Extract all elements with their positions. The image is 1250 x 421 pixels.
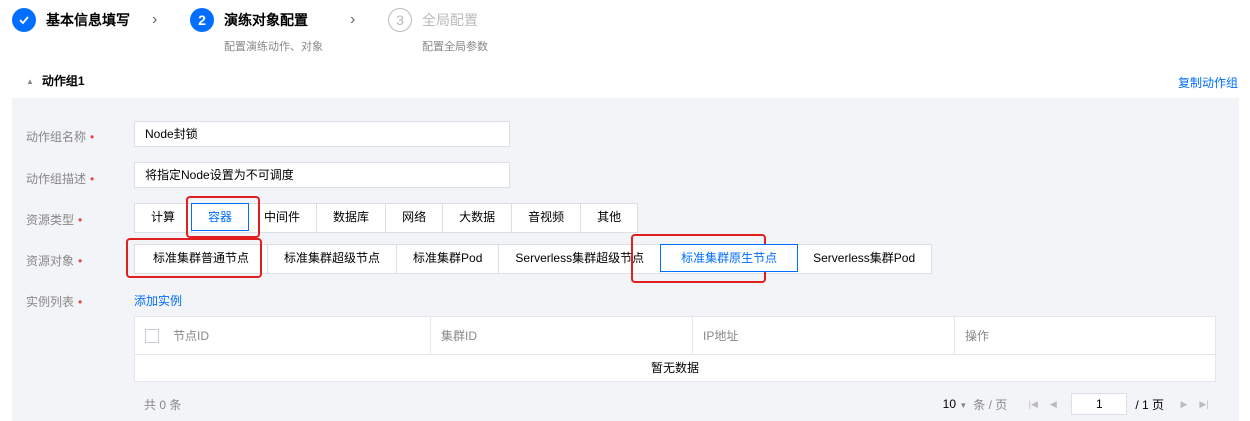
prev-page-icon[interactable]: ◀ — [1043, 394, 1063, 414]
action-group-title: 动作组1 — [41, 74, 85, 88]
resource-type-media[interactable]: 音视频 — [512, 204, 582, 232]
resource-type-network[interactable]: 网络 — [386, 204, 444, 232]
first-page-icon[interactable]: |◀ — [1023, 394, 1043, 414]
select-all-checkbox[interactable] — [145, 328, 159, 343]
group-desc-input[interactable]: 将指定Node设置为不可调度 — [134, 162, 510, 188]
table-header: 节点ID 集群ID IP地址 操作 — [135, 317, 1215, 355]
step-3[interactable]: 3 全局配置 配置全局参数 — [388, 8, 488, 53]
action-group-header[interactable]: ▲ 动作组1 — [26, 72, 85, 92]
add-instance-link[interactable]: 添加实例 — [134, 292, 182, 309]
next-page-icon[interactable]: ▶ — [1174, 394, 1194, 414]
chevron-right-icon: › — [152, 11, 158, 28]
chevron-right-icon: › — [350, 11, 356, 28]
resource-type-container[interactable]: 容器 — [191, 203, 250, 231]
table-footer: 共 0 条 10 ▼ 条 / 页 |◀ ◀ 1 / 1 页 ▶ ▶| — [0, 392, 1250, 416]
resource-type-label: 资源类型 • — [26, 213, 83, 227]
caret-down-icon: ▼ — [959, 401, 968, 410]
last-page-icon[interactable]: ▶| — [1194, 394, 1214, 414]
resource-object-standard-native-node[interactable]: 标准集群原生节点 — [660, 244, 799, 272]
instance-table: 节点ID 集群ID IP地址 操作 暂无数据 — [134, 316, 1216, 382]
resource-type-selector: 计算 容器 中间件 数据库 网络 大数据 音视频 其他 — [134, 203, 639, 233]
column-node-id: 节点ID — [135, 317, 431, 354]
per-page-text: 条 / 页 — [973, 397, 1008, 412]
step-2-index: 2 — [190, 8, 214, 32]
column-cluster-id: 集群ID — [431, 317, 693, 354]
resource-type-middleware[interactable]: 中间件 — [248, 204, 318, 232]
check-icon — [12, 8, 36, 32]
resource-type-other[interactable]: 其他 — [581, 204, 638, 232]
group-name-input[interactable]: Node封锁 — [134, 121, 510, 147]
step-2-subtitle: 配置演练动作、对象 — [224, 41, 323, 53]
step-3-subtitle: 配置全局参数 — [422, 41, 488, 53]
resource-object-standard-pod[interactable]: 标准集群Pod — [397, 245, 500, 273]
page-size-select[interactable]: 10 ▼ — [943, 397, 968, 411]
group-desc-label: 动作组描述 • — [26, 172, 95, 186]
steps-bar: 基本信息填写 › 2 演练对象配置 配置演练动作、对象 › 3 全局配置 配置全… — [12, 8, 612, 64]
pagination: 10 ▼ 条 / 页 |◀ ◀ 1 / 1 页 ▶ ▶| — [943, 392, 1214, 416]
group-name-label: 动作组名称 • — [26, 130, 95, 144]
total-count: 共 0 条 — [144, 398, 182, 412]
resource-object-standard-super-node[interactable]: 标准集群超级节点 — [268, 245, 398, 273]
resource-object-standard-normal-node[interactable]: 标准集群普通节点 — [135, 245, 269, 273]
step-2-title: 演练对象配置 — [224, 12, 308, 28]
resource-object-selector: 标准集群普通节点 标准集群超级节点 标准集群Pod Serverless集群超级… — [134, 244, 933, 274]
step-1[interactable]: 基本信息填写 — [12, 8, 130, 32]
resource-type-compute[interactable]: 计算 — [135, 204, 193, 232]
step-2[interactable]: 2 演练对象配置 配置演练动作、对象 — [190, 8, 323, 53]
total-pages: / 1 页 — [1135, 397, 1164, 412]
resource-object-label: 资源对象 • — [26, 254, 83, 268]
instance-list-label: 实例列表 • — [26, 295, 83, 309]
step-3-title: 全局配置 — [422, 12, 478, 28]
resource-object-serverless-pod[interactable]: Serverless集群Pod — [797, 245, 932, 273]
step-1-title: 基本信息填写 — [46, 12, 130, 28]
copy-action-group-link[interactable]: 复制动作组 — [1178, 74, 1238, 91]
collapse-triangle-icon: ▲ — [26, 77, 34, 87]
resource-type-database[interactable]: 数据库 — [317, 204, 387, 232]
column-operation: 操作 — [965, 328, 990, 343]
step-3-index: 3 — [388, 8, 412, 32]
resource-object-serverless-super-node[interactable]: Serverless集群超级节点 — [499, 245, 662, 273]
page-number-input[interactable]: 1 — [1071, 393, 1128, 415]
column-ip-address: IP地址 — [693, 317, 955, 354]
empty-state: 暂无数据 — [650, 361, 699, 375]
resource-type-bigdata[interactable]: 大数据 — [443, 204, 513, 232]
